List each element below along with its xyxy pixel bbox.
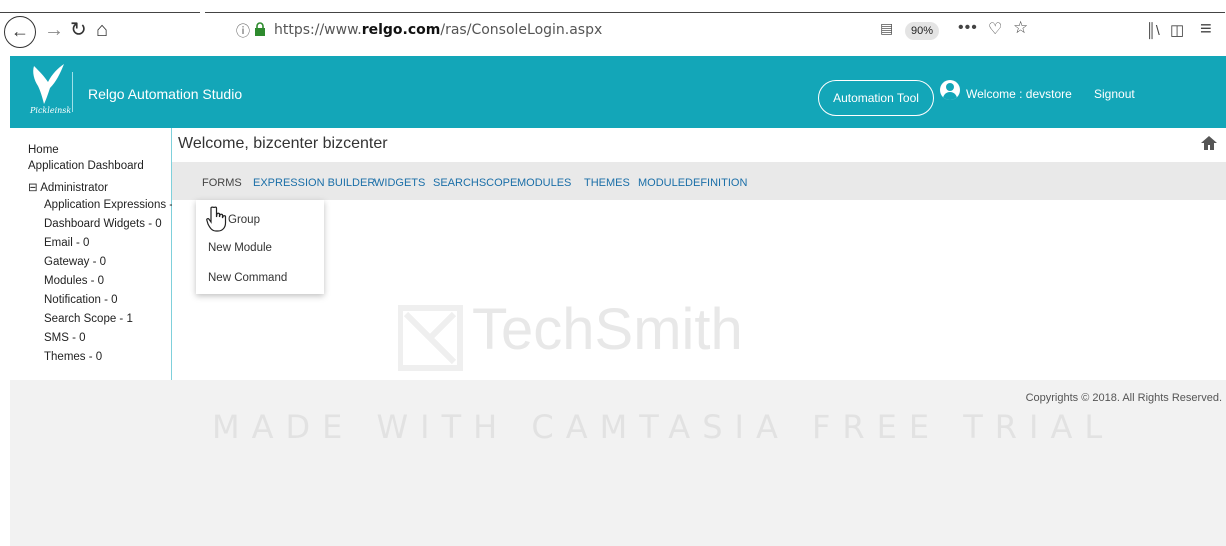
tab-expression-builder[interactable]: EXPRESSION BUILDER [253,177,375,189]
hand-cursor-icon [206,206,227,232]
nav-item-themes[interactable]: Themes - 0 [44,351,102,363]
nav-item-gateway[interactable]: Gateway - 0 [44,256,106,268]
watermark-techsmith: TechSmith [472,297,743,362]
welcome-user: Welcome : devstore [966,87,1072,101]
tab-strip-line [205,12,1225,13]
signout-link[interactable]: Signout [1094,87,1135,101]
pocket-icon[interactable]: ♡ [988,19,1002,39]
main-title-bar: Welcome, bizcenter bizcenter [172,128,1226,162]
menu-icon[interactable]: ≡ [1200,18,1212,41]
bird-logo-icon [33,64,64,104]
nav-app-dashboard[interactable]: Application Dashboard [28,160,144,172]
tab-strip-line [0,12,200,13]
back-icon[interactable]: ← [4,16,36,48]
automation-tool-button[interactable]: Automation Tool [818,80,934,116]
lock-icon [255,22,265,36]
collapse-icon[interactable]: ⊟ [28,182,38,194]
more-icon[interactable]: ••• [958,19,978,37]
tabbar: FORMS EXPRESSION BUILDER WIDGETS SEARCHS… [172,162,1226,200]
nav-item-dashboard-widgets[interactable]: Dashboard Widgets - 0 [44,218,162,230]
page-title: Welcome, bizcenter bizcenter [178,135,388,152]
nav-item-email[interactable]: Email - 0 [44,237,89,249]
tab-modules[interactable]: MODULES [517,177,571,189]
dropdown-item-new-command[interactable]: New Command [208,272,287,284]
nav-item-notification[interactable]: Notification - 0 [44,294,118,306]
browser-toolbar: ← → ↻ ⌂ ⓘ https://www.relgo.com/ras/Cons… [0,0,1226,56]
library-icon[interactable]: ║\ [1146,22,1160,38]
nav-home[interactable]: Home [28,144,59,156]
dropdown-item-group[interactable]: Group [228,214,260,226]
nav-administrator[interactable]: ⊟ Administrator [28,180,108,194]
logo-text: Pickleinsk [30,106,72,115]
home-icon[interactable] [1200,134,1218,152]
nav-item-application-expressions[interactable]: Application Expressions - 0 [44,199,183,211]
tab-searchscope[interactable]: SEARCHSCOPE [433,177,517,189]
nav-item-search-scope[interactable]: Search Scope - 1 [44,313,133,325]
app-header: Pickleinsk Relgo Automation Studio Autom… [10,56,1226,128]
header-divider [72,72,73,112]
tab-moduledefinition[interactable]: MODULEDEFINITION [638,177,747,189]
left-nav-tree: Home Application Dashboard ⊟ Administrat… [10,128,183,380]
star-icon[interactable]: ☆ [1013,18,1028,38]
tab-forms[interactable]: FORMS [202,177,242,189]
reload-icon[interactable]: ↻ [70,18,87,42]
logo[interactable]: Pickleinsk [26,62,72,120]
nav-item-modules[interactable]: Modules - 0 [44,275,104,287]
tab-widgets[interactable]: WIDGETS [374,177,425,189]
url-text[interactable]: https://www.relgo.com/ras/ConsoleLogin.a… [274,22,602,38]
user-icon[interactable] [940,80,960,100]
copyright-text: Copyrights © 2018. All Rights Reserved. [1025,392,1222,404]
sidebar-icon[interactable]: ◫ [1170,21,1184,39]
home-icon[interactable]: ⌂ [96,18,108,42]
url-bar[interactable]: ⓘ https://www.relgo.com/ras/ConsoleLogin… [228,16,1028,48]
forward-icon[interactable]: → [44,18,64,42]
dropdown-item-new-module[interactable]: New Module [208,242,272,254]
watermark-trial-text: MADE WITH CAMTASIA FREE TRIAL [212,408,1115,446]
nav-item-sms[interactable]: SMS - 0 [44,332,86,344]
footer: Copyrights © 2018. All Rights Reserved. [10,380,1226,546]
zoom-badge[interactable]: 90% [905,22,939,40]
tab-themes[interactable]: THEMES [584,177,630,189]
app-title: Relgo Automation Studio [88,86,243,102]
info-icon[interactable]: ⓘ [236,21,250,41]
reader-icon[interactable]: ▤ [880,20,893,37]
